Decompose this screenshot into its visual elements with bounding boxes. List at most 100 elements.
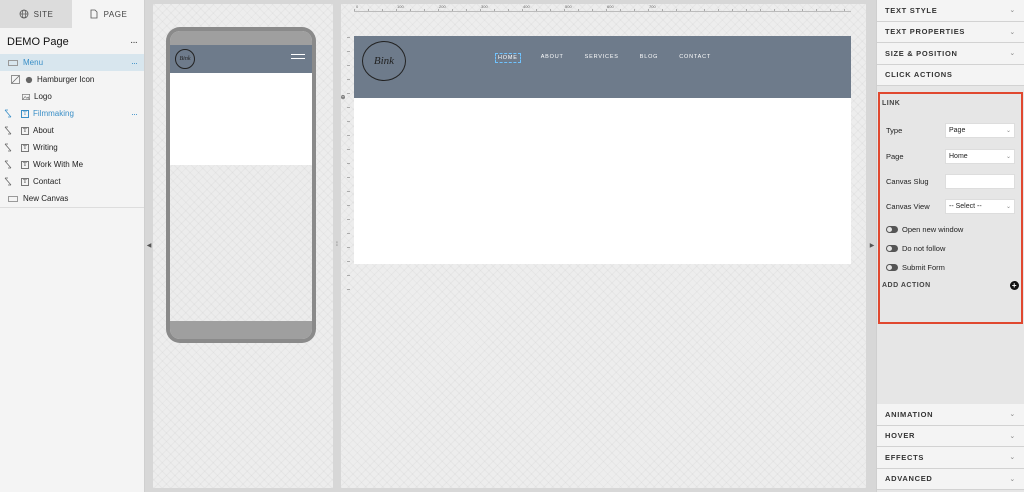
section-hover[interactable]: HOVER ⌄	[877, 425, 1024, 447]
text-icon: T	[21, 109, 29, 118]
chevron-down-icon: ⌄	[1005, 127, 1011, 134]
do-not-follow-row: Do not follow	[886, 242, 945, 254]
rectangle-icon	[8, 59, 18, 66]
layer-image-icon	[24, 75, 33, 84]
tab-site[interactable]: SITE	[0, 0, 72, 28]
section-effects[interactable]: EFFECTS ⌄	[877, 447, 1024, 469]
bottom-sections: ANIMATION ⌄ HOVER ⌄ EFFECTS ⌄ ADVANCED ⌄	[877, 404, 1024, 490]
ruler-label: 500	[565, 4, 572, 9]
layer-options-button[interactable]: ···	[131, 58, 138, 68]
nav-item-blog[interactable]: BLOG	[640, 54, 658, 62]
page-label: Page	[886, 151, 904, 161]
site-nav: HOME ABOUT SERVICES BLOG CONTACT	[495, 53, 711, 63]
submit-form-toggle[interactable]	[886, 263, 898, 271]
nav-item-contact[interactable]: CONTACT	[679, 54, 711, 62]
design-canvas: 0 100 200 300 400 500 600 700 ⊕ Bink HOM…	[339, 4, 866, 488]
layer-item-logo[interactable]: Logo	[0, 88, 144, 105]
page-select[interactable]: Home ⌄	[945, 148, 1015, 164]
page-header: DEMO Page ···	[0, 28, 144, 54]
layer-item-new-canvas[interactable]: New Canvas	[0, 190, 144, 207]
add-action-button[interactable]: ADD ACTION +	[882, 281, 1019, 290]
section-animation[interactable]: ANIMATION ⌄	[877, 404, 1024, 426]
layer-label: Writing	[33, 143, 58, 152]
row-handle-icon[interactable]: ⊕	[339, 94, 347, 101]
nav-item-about[interactable]: ABOUT	[541, 54, 564, 62]
phone-header: Bink	[170, 45, 312, 73]
layer-options-button[interactable]: ···	[131, 109, 138, 119]
section-text-style[interactable]: TEXT STYLE ⌄	[877, 0, 1024, 22]
link-title: LINK	[882, 100, 901, 107]
link-icon	[4, 160, 12, 169]
section-click-actions[interactable]: CLICK ACTIONS	[877, 64, 1024, 86]
layer-item-about[interactable]: T About	[0, 122, 144, 139]
nav-item-home[interactable]: HOME	[495, 53, 521, 63]
properties-panel: TEXT STYLE ⌄ TEXT PROPERTIES ⌄ SIZE & PO…	[876, 0, 1024, 492]
chevron-down-icon: ⌄	[1005, 153, 1011, 160]
vertical-ruler	[345, 37, 351, 297]
tab-page[interactable]: PAGE	[72, 0, 144, 28]
section-text-properties[interactable]: TEXT PROPERTIES ⌄	[877, 21, 1024, 43]
link-icon	[4, 143, 12, 152]
layer-item-work-with-me[interactable]: T Work With Me	[0, 156, 144, 173]
hamburger-menu-icon[interactable]	[291, 54, 305, 62]
layer-label: About	[33, 126, 54, 135]
layer-item-filmmaking[interactable]: T Filmmaking ···	[0, 105, 144, 122]
plus-circle-icon[interactable]: +	[1010, 281, 1019, 290]
chevron-down-icon: ⌄	[1005, 203, 1011, 210]
layer-label: Hamburger Icon	[37, 75, 95, 84]
page-title: DEMO Page	[7, 36, 69, 48]
layer-label: Menu	[23, 58, 44, 67]
phone-screen: Bink	[170, 31, 312, 339]
chevron-down-icon: ⌄	[1009, 7, 1016, 15]
horizontal-ruler: 0 100 200 300 400 500 600 700	[354, 4, 851, 12]
globe-icon	[19, 9, 29, 19]
ruler-label: 700	[649, 4, 656, 9]
section-label: TEXT STYLE	[885, 5, 938, 15]
layer-item-contact[interactable]: T Contact	[0, 173, 144, 190]
layer-item-writing[interactable]: T Writing	[0, 139, 144, 156]
site-body[interactable]	[354, 98, 851, 264]
open-new-window-row: Open new window	[886, 223, 963, 235]
section-label: EFFECTS	[885, 452, 925, 462]
canvas-view-value: -- Select --	[949, 202, 982, 210]
chevron-down-icon: ⌄	[1009, 28, 1016, 36]
rectangle-icon	[8, 195, 18, 202]
layer-label: New Canvas	[23, 194, 69, 203]
do-not-follow-toggle[interactable]	[886, 244, 898, 252]
section-advanced[interactable]: ADVANCED ⌄	[877, 468, 1024, 490]
canvas-slug-row: Canvas Slug	[886, 173, 1015, 189]
layer-item-menu[interactable]: Menu ···	[0, 54, 144, 71]
image-icon	[21, 92, 30, 101]
site-logo[interactable]: Bink	[362, 41, 406, 81]
toggle-label: Open new window	[902, 224, 964, 234]
ruler-label: 200	[439, 4, 446, 9]
link-icon	[4, 177, 12, 186]
page-row: Page Home ⌄	[886, 148, 1015, 164]
phone-content-area	[170, 73, 312, 165]
site-header[interactable]: Bink HOME ABOUT SERVICES BLOG CONTACT	[354, 36, 851, 98]
chevron-down-icon: ⌄	[1009, 411, 1016, 419]
collapse-right-panel-icon[interactable]: ▶	[868, 242, 876, 249]
section-size-position[interactable]: SIZE & POSITION ⌄	[877, 43, 1024, 65]
phone-logo[interactable]: Bink	[175, 49, 195, 69]
layer-item-hamburger-icon[interactable]: Hamburger Icon	[0, 71, 144, 88]
tab-site-label: SITE	[33, 9, 54, 19]
collapse-left-panel-icon[interactable]: ◀	[145, 242, 153, 249]
nav-item-services[interactable]: SERVICES	[585, 54, 619, 62]
canvas-view-select[interactable]: -- Select -- ⌄	[945, 198, 1015, 214]
ruler-label: 600	[607, 4, 614, 9]
section-label: TEXT PROPERTIES	[885, 27, 966, 37]
type-select[interactable]: Page ⌄	[945, 122, 1015, 138]
phone-bottom-bar	[170, 321, 312, 339]
open-new-window-toggle[interactable]	[886, 225, 898, 233]
link-icon	[4, 126, 12, 135]
ruler-label: 100	[397, 4, 404, 9]
chevron-down-icon: ⌄	[1009, 475, 1016, 483]
canvas-slug-input[interactable]	[945, 173, 1015, 189]
layer-list: Menu ··· Hamburger Icon Logo T Filmmakin…	[0, 54, 144, 208]
page-options-button[interactable]: ···	[130, 37, 138, 48]
chevron-down-icon: ⌄	[1009, 454, 1016, 462]
layer-label: Contact	[33, 177, 61, 186]
resize-handle-icon[interactable]: ⁞	[333, 242, 341, 248]
text-icon: T	[21, 143, 29, 152]
